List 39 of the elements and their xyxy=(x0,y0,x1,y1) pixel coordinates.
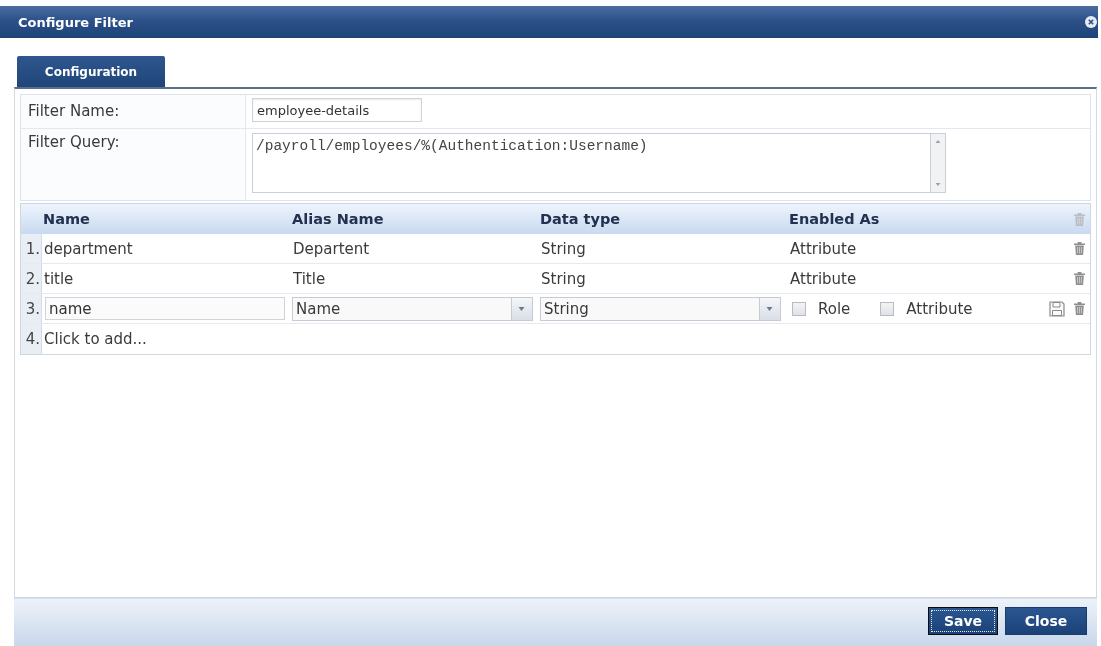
table-cell-text: Attribute xyxy=(789,269,857,288)
table-cell-text: title xyxy=(43,269,74,288)
trash-icon[interactable] xyxy=(1074,242,1085,255)
table-cell-text: String xyxy=(540,269,586,288)
text-field[interactable]: employee-details xyxy=(252,98,422,122)
row-number: 2. xyxy=(25,269,40,288)
close-icon[interactable] xyxy=(1085,16,1097,28)
checkbox-label: Role xyxy=(818,299,851,318)
field-label: Filter Name: xyxy=(28,102,120,120)
row-number: 1. xyxy=(25,239,40,258)
tab[interactable]: Configuration xyxy=(17,56,165,87)
add-row-link[interactable]: Click to add... xyxy=(42,330,147,348)
column-header: Name xyxy=(42,211,90,227)
checkbox[interactable] xyxy=(880,301,895,316)
dropdown[interactable]: Name xyxy=(292,296,533,321)
caret-icon xyxy=(759,297,780,320)
table-cell-text: Title xyxy=(292,269,326,288)
table-cell-text: String xyxy=(540,239,586,258)
column-header: Alias Name xyxy=(291,211,384,227)
text-field[interactable]: name xyxy=(45,297,285,320)
checkbox[interactable] xyxy=(792,301,806,316)
column-header: Enabled As xyxy=(788,211,880,227)
dialog-title: Configure Filter xyxy=(18,14,133,30)
table-cell-text: Departent xyxy=(292,239,370,258)
footer-button[interactable]: Close xyxy=(1005,607,1087,635)
trash-icon[interactable] xyxy=(1074,272,1085,285)
caret-icon xyxy=(511,297,532,320)
scrollbar[interactable] xyxy=(930,133,946,193)
dropdown[interactable]: String xyxy=(540,296,781,321)
footer-button[interactable]: Save xyxy=(928,607,998,635)
field-label: Filter Query: xyxy=(28,133,120,151)
column-header: Data type xyxy=(539,211,621,227)
table-cell-text: department xyxy=(43,239,133,258)
row-number: 4. xyxy=(25,330,40,348)
table-cell-text: Attribute xyxy=(789,239,857,258)
trash-icon[interactable] xyxy=(1074,302,1085,315)
row-number: 3. xyxy=(25,299,40,318)
checkbox-label: Attribute xyxy=(906,299,973,318)
query-field[interactable]: /payroll/employees/%(Authentication:Username) xyxy=(252,133,930,193)
